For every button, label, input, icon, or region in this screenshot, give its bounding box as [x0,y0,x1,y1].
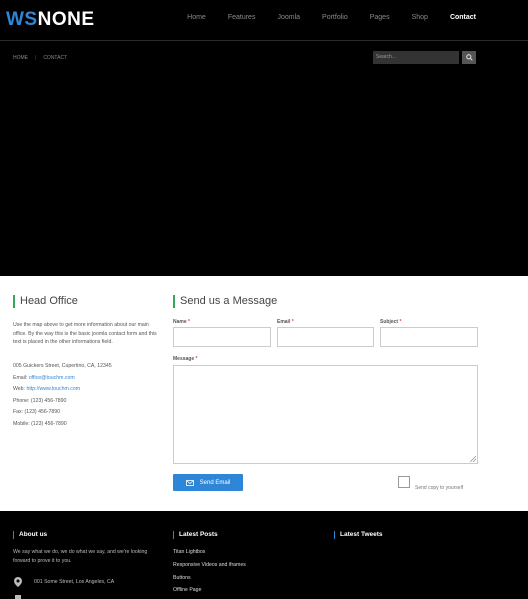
logo-ws: WS [6,9,38,30]
message-textarea[interactable] [173,365,478,464]
send-copy-label: Send copy to yourself [415,485,464,491]
breadcrumb-home[interactable]: HOME [13,55,28,61]
subject-field[interactable] [380,327,478,347]
office-email: Email: office@touchm.com [13,375,75,381]
nav-item-pages[interactable]: Pages [370,14,390,21]
required-mark: * [195,356,198,362]
subject-label-text: Subject [380,319,399,325]
breadcrumb-current: CONTACT [43,55,68,61]
required-mark: * [188,319,190,325]
office-web-label: Web: [13,386,26,392]
office-email-label: Email: [13,375,28,381]
name-label-text: Name [173,319,187,325]
phone-icon [15,595,21,599]
footer-about-title: About us [13,531,47,539]
office-email-link[interactable]: office@touchm.com [29,375,75,381]
footer-about-text: We say what we do, we do what we say, an… [13,549,148,564]
required-mark: * [291,319,294,325]
envelope-icon [185,479,194,486]
footer-posts-title: Latest Posts [173,531,218,539]
office-mobile: Mobile: (123) 456-7890 [13,421,67,427]
footer-post-link[interactable]: Buttons [173,575,191,581]
footer-post-link[interactable]: Responsive Videos and iframes [173,562,246,568]
site-footer: About us We say what we do, we do what w… [0,511,528,599]
main-nav: Home Features Joomla Portfolio Pages Sho… [165,14,476,21]
head-office-description: Use the map above to get more informatio… [13,322,157,346]
send-email-label: Send Email [199,479,231,486]
resize-handle-icon[interactable] [470,456,476,462]
search-icon [465,54,473,61]
send-copy-checkbox[interactable] [398,476,410,488]
nav-item-shop[interactable]: Shop [412,14,428,21]
required-mark: * [399,319,402,325]
nav-item-home[interactable]: Home [187,14,206,21]
head-office-title: Head Office [13,295,78,308]
nav-item-joomla[interactable]: Joomla [277,14,300,21]
email-label: Email * [277,319,294,325]
nav-item-contact[interactable]: Contact [450,14,476,21]
office-web: Web: http://www.touchm.com [13,386,80,392]
site-logo[interactable]: WSNONE [6,9,95,31]
email-label-text: Email [277,319,291,325]
email-field[interactable] [277,327,374,347]
message-label-text: Message [173,356,195,362]
name-field[interactable] [173,327,271,347]
map-area [0,41,528,276]
subject-label: Subject * [380,319,401,325]
office-fax: Fax: (123) 456-7890 [13,409,61,415]
logo-none: NONE [37,9,95,30]
name-label: Name * [173,319,190,325]
message-label: Message * [173,356,197,362]
breadcrumb-separator: | [35,55,37,61]
send-message-title: Send us a Message [173,295,277,308]
office-web-link[interactable]: http://www.touchm.com [26,386,80,392]
search-button[interactable] [462,51,476,64]
footer-post-link[interactable]: Titan Lightbox [173,549,205,555]
map-marker-icon [14,577,22,587]
site-header: WSNONE Home Features Joomla Portfolio Pa… [0,0,528,41]
nav-item-portfolio[interactable]: Portfolio [322,14,348,21]
office-phone: Phone: (123) 456-7890 [13,398,67,404]
nav-item-features[interactable]: Features [228,14,256,21]
footer-about-address: 001 Some Street, Los Angeles, CA [34,579,115,585]
breadcrumb: HOME | CONTACT [13,55,67,61]
contact-section: Head Office Use the map above to get mor… [0,276,528,511]
send-email-button[interactable]: Send Email [173,474,243,491]
footer-tweets-title: Latest Tweets [334,531,383,539]
footer-post-link[interactable]: Offline Page [173,587,201,593]
search-input[interactable]: Search... [373,51,459,64]
office-address: 005 Guickers Street, Cupertino, CA, 1234… [13,363,112,369]
